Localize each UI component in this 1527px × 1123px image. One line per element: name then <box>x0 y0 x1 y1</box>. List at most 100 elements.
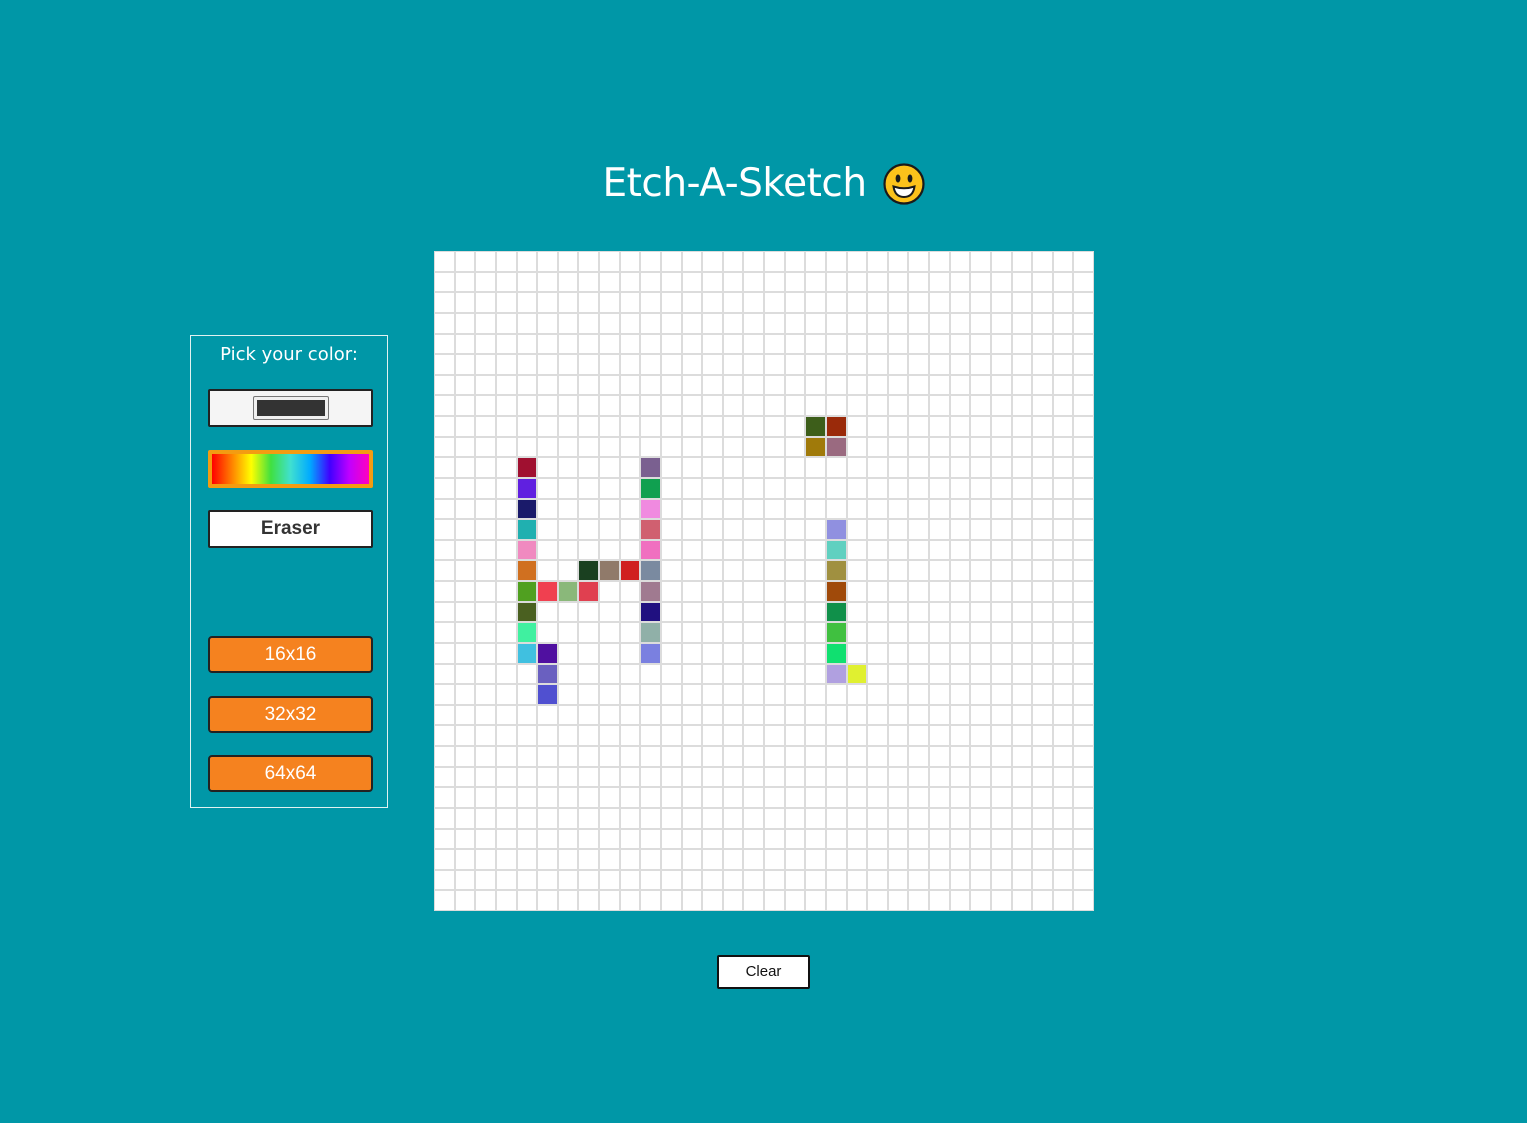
grid-cell[interactable] <box>908 622 929 643</box>
grid-cell[interactable] <box>1011 539 1033 561</box>
grid-cell[interactable] <box>454 642 476 664</box>
grid-cell[interactable] <box>908 849 929 870</box>
grid-cell[interactable] <box>887 581 909 602</box>
grid-cell[interactable] <box>908 416 929 437</box>
grid-cell[interactable] <box>1052 312 1074 334</box>
grid-cell[interactable] <box>867 312 888 334</box>
grid-cell[interactable] <box>784 312 806 334</box>
grid-cell[interactable] <box>949 312 971 334</box>
grid-cell[interactable] <box>1052 828 1074 850</box>
grid-cell[interactable] <box>722 477 744 499</box>
grid-cell[interactable] <box>990 519 1012 540</box>
grid-cell[interactable] <box>495 436 517 458</box>
grid-cell[interactable] <box>599 333 620 355</box>
grid-cell[interactable] <box>619 416 641 437</box>
grid-cell[interactable] <box>825 395 847 416</box>
grid-cell[interactable] <box>990 890 1012 911</box>
grid-cell[interactable] <box>599 374 620 396</box>
grid-cell[interactable] <box>764 746 785 767</box>
grid-cell[interactable] <box>516 725 538 746</box>
grid-cell[interactable] <box>681 787 703 808</box>
grid-cell[interactable] <box>805 477 826 499</box>
grid-cell[interactable] <box>825 271 847 293</box>
grid-cell[interactable] <box>660 787 682 808</box>
grid-cell[interactable] <box>764 292 785 313</box>
grid-cell[interactable] <box>516 312 538 334</box>
grid-cell[interactable] <box>929 746 950 767</box>
grid-cell[interactable] <box>640 807 661 829</box>
grid-cell[interactable] <box>784 457 806 478</box>
grid-cell[interactable] <box>495 354 517 375</box>
grid-cell[interactable] <box>578 457 599 478</box>
grid-cell[interactable] <box>454 807 476 829</box>
grid-cell[interactable] <box>846 457 868 478</box>
grid-cell[interactable] <box>805 601 826 623</box>
grid-cell[interactable] <box>660 622 682 643</box>
grid-cell[interactable] <box>434 766 455 788</box>
grid-cell[interactable] <box>867 251 888 272</box>
grid-cell[interactable] <box>825 539 847 561</box>
grid-cell[interactable] <box>537 725 558 746</box>
grid-cell[interactable] <box>640 704 661 726</box>
grid-cell[interactable] <box>1052 601 1074 623</box>
grid-cell[interactable] <box>990 312 1012 334</box>
grid-cell[interactable] <box>825 684 847 705</box>
grid-cell[interactable] <box>578 436 599 458</box>
grid-cell[interactable] <box>743 560 764 581</box>
grid-cell[interactable] <box>949 725 971 746</box>
grid-cell[interactable] <box>784 704 806 726</box>
grid-cell[interactable] <box>557 271 579 293</box>
grid-cell[interactable] <box>619 271 641 293</box>
grid-cell[interactable] <box>887 725 909 746</box>
grid-cell[interactable] <box>537 354 558 375</box>
grid-cell[interactable] <box>557 787 579 808</box>
grid-cell[interactable] <box>1011 725 1033 746</box>
grid-cell[interactable] <box>537 869 558 891</box>
grid-cell[interactable] <box>557 581 579 602</box>
grid-cell[interactable] <box>640 787 661 808</box>
grid-cell[interactable] <box>784 416 806 437</box>
grid-cell[interactable] <box>1073 663 1094 685</box>
grid-cell[interactable] <box>1073 477 1094 499</box>
grid-cell[interactable] <box>970 560 991 581</box>
grid-cell[interactable] <box>681 807 703 829</box>
grid-cell[interactable] <box>619 766 641 788</box>
grid-cell[interactable] <box>1052 746 1074 767</box>
grid-cell[interactable] <box>1032 890 1053 911</box>
grid-cell[interactable] <box>537 766 558 788</box>
grid-cell[interactable] <box>929 849 950 870</box>
grid-cell[interactable] <box>495 539 517 561</box>
grid-cell[interactable] <box>990 374 1012 396</box>
grid-cell[interactable] <box>805 333 826 355</box>
grid-cell[interactable] <box>1073 849 1094 870</box>
grid-cell[interactable] <box>660 746 682 767</box>
grid-cell[interactable] <box>557 704 579 726</box>
grid-cell[interactable] <box>537 374 558 396</box>
grid-cell[interactable] <box>454 581 476 602</box>
grid-cell[interactable] <box>599 416 620 437</box>
grid-cell[interactable] <box>908 725 929 746</box>
grid-cell[interactable] <box>619 395 641 416</box>
grid-cell[interactable] <box>887 642 909 664</box>
grid-cell[interactable] <box>949 642 971 664</box>
grid-cell[interactable] <box>805 684 826 705</box>
sketch-grid[interactable] <box>434 251 1094 911</box>
grid-cell[interactable] <box>640 560 661 581</box>
grid-cell[interactable] <box>743 787 764 808</box>
grid-cell[interactable] <box>681 746 703 767</box>
grid-cell[interactable] <box>846 312 868 334</box>
grid-cell[interactable] <box>929 869 950 891</box>
grid-cell[interactable] <box>867 581 888 602</box>
grid-cell[interactable] <box>1011 395 1033 416</box>
grid-cell[interactable] <box>640 292 661 313</box>
grid-cell[interactable] <box>825 312 847 334</box>
grid-cell[interactable] <box>454 704 476 726</box>
grid-cell[interactable] <box>970 312 991 334</box>
grid-cell[interactable] <box>1032 374 1053 396</box>
grid-cell[interactable] <box>578 477 599 499</box>
grid-cell[interactable] <box>743 457 764 478</box>
grid-cell[interactable] <box>557 477 579 499</box>
grid-cell[interactable] <box>475 704 496 726</box>
grid-cell[interactable] <box>537 251 558 272</box>
grid-cell[interactable] <box>434 601 455 623</box>
